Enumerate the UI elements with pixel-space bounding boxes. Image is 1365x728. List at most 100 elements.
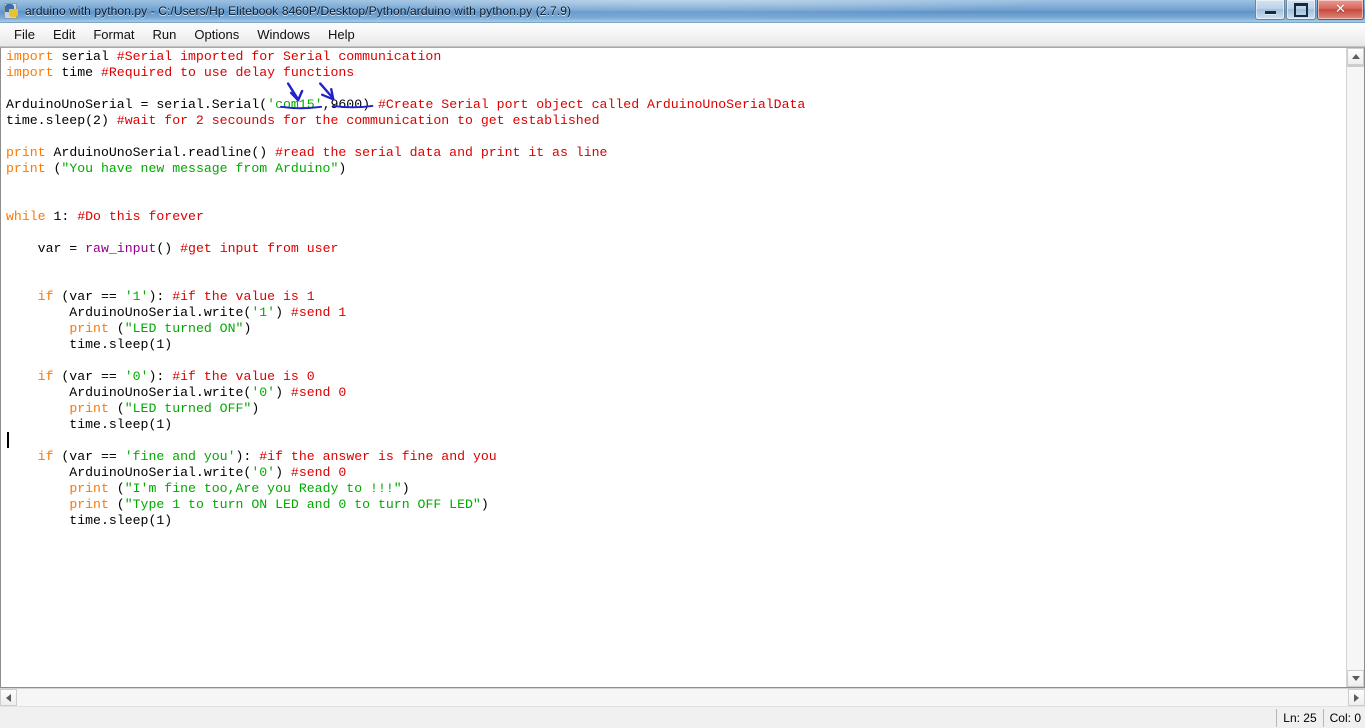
code-token: var = <box>6 241 85 256</box>
code-token: ) <box>481 497 489 512</box>
scroll-down-button[interactable] <box>1347 670 1364 687</box>
code-token: print <box>69 497 109 512</box>
code-token: '0' <box>251 465 275 480</box>
code-token: ): <box>236 449 260 464</box>
code-token: #if the answer is fine and you <box>259 449 496 464</box>
code-token: ) <box>251 401 259 416</box>
restore-icon <box>1294 3 1308 17</box>
chevron-left-icon <box>6 694 11 702</box>
code-token: ) <box>402 481 410 496</box>
menu-item-options[interactable]: Options <box>185 25 248 44</box>
code-token: while <box>6 209 46 224</box>
code-token: 'fine and you' <box>125 449 236 464</box>
idle-editor-window: arduino with python.py - C:/Users/Hp Eli… <box>0 0 1365 728</box>
code-token: #if the value is 0 <box>172 369 314 384</box>
code-token: ) <box>338 161 346 176</box>
scroll-right-button[interactable] <box>1348 689 1365 706</box>
code-token: 'com15' <box>267 97 322 112</box>
text-caret <box>7 432 9 448</box>
code-token: print <box>69 401 109 416</box>
chevron-up-icon <box>1352 54 1360 59</box>
code-token: #Create Serial port object called Arduin… <box>378 97 805 112</box>
code-text-area[interactable]: import serial #Serial imported for Seria… <box>1 48 1346 687</box>
status-bar: Ln: 25 Col: 0 <box>0 706 1365 728</box>
code-token: ): <box>148 369 172 384</box>
scroll-up-button[interactable] <box>1347 48 1364 65</box>
code-token: #if the value is 1 <box>172 289 314 304</box>
code-token: ,9600) <box>323 97 378 112</box>
maximize-button[interactable] <box>1286 0 1316 20</box>
code-token: ) <box>275 385 291 400</box>
chevron-right-icon <box>1354 694 1359 702</box>
code-token: #wait for 2 secounds for the communicati… <box>117 113 600 128</box>
code-token: print <box>6 145 46 160</box>
code-token: print <box>69 481 109 496</box>
status-line-indicator: Ln: 25 <box>1276 709 1322 727</box>
code-token: #send 0 <box>291 385 346 400</box>
code-token <box>6 449 38 464</box>
menu-item-run[interactable]: Run <box>144 25 186 44</box>
code-token: ( <box>46 161 62 176</box>
menu-item-help[interactable]: Help <box>319 25 364 44</box>
code-token: ) <box>243 321 251 336</box>
menu-item-edit[interactable]: Edit <box>44 25 84 44</box>
close-button[interactable]: ✕ <box>1317 0 1364 20</box>
menu-item-windows[interactable]: Windows <box>248 25 319 44</box>
code-token: (var == <box>53 369 124 384</box>
code-token: time.sleep(1) <box>6 337 172 352</box>
code-token: #get input from user <box>180 241 338 256</box>
code-token: print <box>6 161 46 176</box>
status-col-indicator: Col: 0 <box>1323 709 1365 727</box>
code-token <box>6 289 38 304</box>
code-token: if <box>38 449 54 464</box>
code-token: raw_input <box>85 241 156 256</box>
code-token: #Required to use delay functions <box>101 65 354 80</box>
horizontal-scrollbar[interactable] <box>0 688 1365 706</box>
horizontal-scroll-track[interactable] <box>17 689 1348 706</box>
window-controls: ✕ <box>1254 0 1364 21</box>
code-token: "You have new message from Arduino" <box>61 161 338 176</box>
scroll-left-button[interactable] <box>0 689 17 706</box>
code-token: ( <box>109 321 125 336</box>
menu-item-format[interactable]: Format <box>84 25 143 44</box>
vertical-scrollbar[interactable] <box>1346 48 1364 687</box>
menu-item-file[interactable]: File <box>5 25 44 44</box>
code-token: '1' <box>125 289 149 304</box>
python-file-icon <box>4 3 20 19</box>
code-token <box>6 481 69 496</box>
code-token: ArduinoUnoSerial.write( <box>6 305 251 320</box>
code-token: "I'm fine too,Are you Ready to !!!" <box>125 481 402 496</box>
editor-region: import serial #Serial imported for Seria… <box>0 47 1365 688</box>
code-token: serial <box>53 49 116 64</box>
code-token: time.sleep(1) <box>6 417 172 432</box>
code-token: time <box>53 65 100 80</box>
code-token: '1' <box>251 305 275 320</box>
code-token: #Do this forever <box>77 209 204 224</box>
code-token: ArduinoUnoSerial = serial.Serial( <box>6 97 267 112</box>
code-token: ArduinoUnoSerial.readline() <box>46 145 276 160</box>
minimize-button[interactable] <box>1255 0 1285 20</box>
code-token: '0' <box>125 369 149 384</box>
code-token: #read the serial data and print it as li… <box>275 145 607 160</box>
code-token: "LED turned OFF" <box>125 401 252 416</box>
code-token: "Type 1 to turn ON LED and 0 to turn OFF… <box>125 497 481 512</box>
minimize-icon <box>1265 11 1276 14</box>
vertical-scroll-track[interactable] <box>1347 67 1364 670</box>
code-token: () <box>156 241 180 256</box>
code-token: '0' <box>251 385 275 400</box>
code-token: ) <box>275 465 291 480</box>
code-token: if <box>38 289 54 304</box>
title-bar[interactable]: arduino with python.py - C:/Users/Hp Eli… <box>0 0 1365 23</box>
code-token: time.sleep(2) <box>6 113 117 128</box>
code-token: ( <box>109 481 125 496</box>
code-token <box>6 321 69 336</box>
code-token: print <box>69 321 109 336</box>
code-token: ArduinoUnoSerial.write( <box>6 465 251 480</box>
code-token: import <box>6 49 53 64</box>
code-token: (var == <box>53 449 124 464</box>
code-token: if <box>38 369 54 384</box>
code-token: ( <box>109 497 125 512</box>
code-token: time.sleep(1) <box>6 513 172 528</box>
code-token: import <box>6 65 53 80</box>
code-token: #send 0 <box>291 465 346 480</box>
